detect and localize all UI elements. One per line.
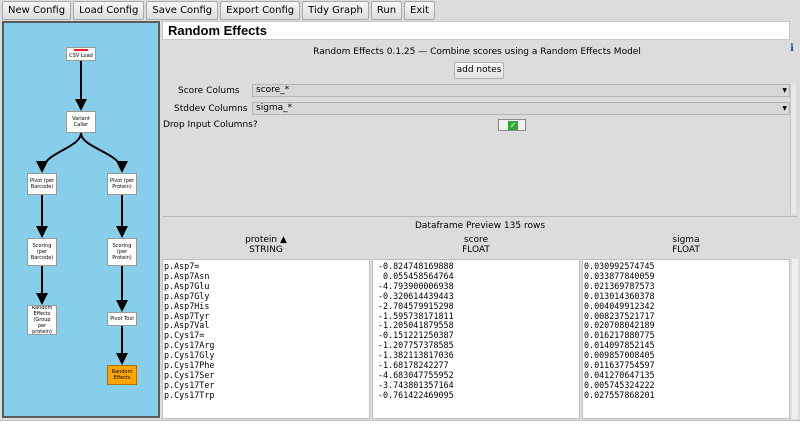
- config-panel: Random Effects i Random Effects 0.1.25 —…: [162, 21, 798, 214]
- exit-button[interactable]: Exit: [404, 1, 435, 20]
- edge: [36, 132, 82, 173]
- protein-column[interactable]: p.Asp7= p.Asp7Asn p.Asp7Glu p.Asp7Gly p.Asp7…: [162, 259, 370, 419]
- score-columns-value: score_*: [256, 85, 290, 95]
- column-type: FLOAT: [462, 245, 490, 255]
- protein-cell: p.Cys17Trp: [164, 389, 215, 400]
- node-status-marker: [74, 49, 88, 51]
- edge: [80, 132, 128, 173]
- dropdown-arrow-icon: ▼: [782, 87, 787, 94]
- score-column[interactable]: -0.824748169888 0.055458564764 -4.7939000…: [372, 259, 580, 419]
- drop-input-columns-checkbox[interactable]: ✓: [498, 119, 526, 131]
- dataframe-preview: Dataframe Preview 135 rows protein ▲ STR…: [162, 216, 798, 419]
- drop-input-columns-label: Drop Input Columns?: [163, 120, 258, 130]
- node-random-effects[interactable]: Random Effects: [107, 365, 137, 385]
- column-name: score: [463, 235, 489, 245]
- pipeline-graph[interactable]: CSV Load Variant Caller Pivot (per Barco…: [2, 21, 160, 418]
- node-random-effects-group[interactable]: Random Effects (Group per protein): [27, 305, 57, 335]
- score-columns-label: Score Colums: [178, 86, 240, 96]
- sigma-cell: 0.027557868201: [584, 389, 655, 400]
- tidy-graph-button[interactable]: Tidy Graph: [302, 1, 369, 20]
- app-window: New Config Load Config Save Config Expor…: [0, 0, 800, 442]
- score-columns-select[interactable]: score_* ▼: [252, 84, 790, 97]
- node-scoring-barcode[interactable]: Scoring (per Barcode): [27, 238, 57, 266]
- node-title[interactable]: Random Effects: [162, 21, 790, 40]
- export-config-button[interactable]: Export Config: [220, 1, 301, 20]
- graph-edges: [36, 61, 128, 365]
- dropdown-arrow-icon: ▼: [782, 105, 787, 112]
- node-variant-caller[interactable]: Variant Caller: [66, 111, 96, 133]
- column-name: sigma: [672, 235, 700, 245]
- score-cell: -0.761422469095: [378, 389, 454, 400]
- preview-title: Dataframe Preview 135 rows: [414, 221, 546, 231]
- config-scrollbar[interactable]: [790, 84, 796, 214]
- column-header-score[interactable]: score FLOAT: [372, 235, 580, 255]
- node-csv-load[interactable]: CSV Load: [66, 47, 96, 61]
- node-pivot-protein[interactable]: Pivot (per Protein): [107, 173, 137, 195]
- column-name: protein: [245, 235, 278, 245]
- toolbar: New Config Load Config Save Config Expor…: [0, 0, 800, 21]
- run-button[interactable]: Run: [370, 1, 403, 20]
- stddev-columns-select[interactable]: sigma_* ▼: [252, 102, 790, 115]
- stddev-columns-value: sigma_*: [256, 103, 293, 113]
- plugin-description: Random Effects 0.1.25 — Combine scores u…: [313, 47, 641, 57]
- column-type: FLOAT: [672, 245, 700, 255]
- node-pivot-barcode[interactable]: Pivot (per Barcode): [27, 173, 57, 195]
- sigma-column[interactable]: 0.030992574745 0.033877840059 0.0213697875…: [582, 259, 790, 419]
- stddev-columns-label: Stddev Columns: [174, 104, 248, 114]
- column-header-sigma[interactable]: sigma FLOAT: [582, 235, 790, 255]
- status-bar: [0, 420, 800, 442]
- node-pivot-tool[interactable]: Pivot Tool: [107, 312, 137, 326]
- check-icon: ✓: [508, 121, 518, 130]
- column-header-protein[interactable]: protein ▲ STRING: [162, 235, 370, 255]
- new-config-button[interactable]: New Config: [2, 1, 72, 20]
- column-type: STRING: [249, 245, 283, 255]
- save-config-button[interactable]: Save Config: [146, 1, 219, 20]
- add-notes-button[interactable]: add notes: [454, 62, 504, 79]
- sort-ascending-icon: ▲: [279, 235, 287, 245]
- node-scoring-protein[interactable]: Scoring (per Protein): [107, 238, 137, 266]
- preview-scrollbar[interactable]: [792, 259, 798, 419]
- node-label: CSV Load: [69, 52, 93, 59]
- load-config-button[interactable]: Load Config: [73, 1, 145, 20]
